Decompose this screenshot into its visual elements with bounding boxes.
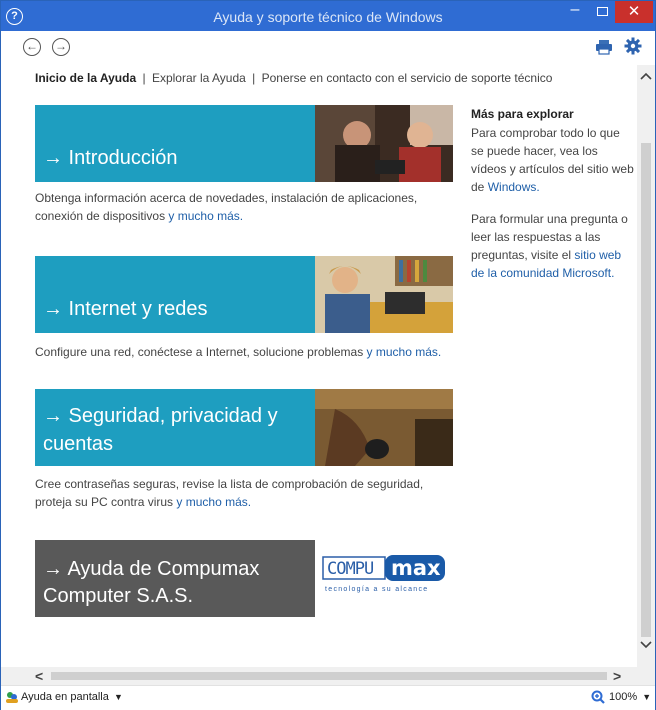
compumax-logo-left-text: COMPU: [327, 559, 374, 579]
tile-internet-redes[interactable]: → Internet y redes: [35, 256, 453, 333]
tile-seguridad-title[interactable]: → Seguridad, privacidad y cuentas: [43, 402, 278, 458]
zoom-dropdown[interactable]: 100% ▼: [609, 691, 651, 703]
tile-introduccion-label-area[interactable]: → Introducción: [35, 105, 315, 182]
compumax-logo-right-text: max: [391, 556, 441, 580]
aside-paragraph-2: Para formular una pregunta o leer las re…: [471, 210, 635, 282]
window-title: Ayuda y soporte técnico de Windows: [213, 9, 443, 25]
tile-compumax-title[interactable]: → Ayuda de Compumax Computer S.A.S.: [43, 556, 259, 610]
tile-introduccion[interactable]: → Introducción: [35, 105, 453, 182]
toolbar: ← →: [1, 31, 655, 65]
help-window: ? Ayuda y soporte técnico de Windows – ✕…: [0, 0, 656, 710]
tile-internet-title[interactable]: → Internet y redes: [43, 295, 208, 323]
vertical-scroll-thumb[interactable]: [641, 143, 651, 637]
tile-internet-desc-text: Configure una red, conéctese a Internet,…: [35, 345, 364, 359]
chevron-down-icon[interactable]: ▼: [114, 692, 123, 702]
maximize-button[interactable]: [589, 1, 615, 23]
compumax-logo-tagline: tecnología a su alcance: [325, 586, 429, 593]
zoom-icon[interactable]: [591, 690, 605, 704]
tile-internet-more-link[interactable]: y mucho más.: [367, 345, 442, 359]
breadcrumb: Inicio de la Ayuda | Explorar la Ayuda |…: [35, 71, 552, 85]
scroll-right-icon[interactable]: >: [613, 668, 621, 684]
breadcrumb-separator: |: [142, 71, 146, 85]
breadcrumb-explore-link[interactable]: Explorar la Ayuda: [152, 71, 246, 85]
student-photo-image: [315, 256, 453, 333]
print-icon[interactable]: [595, 39, 613, 55]
tile-seguridad[interactable]: → Seguridad, privacidad y cuentas: [35, 389, 453, 466]
gear-icon[interactable]: [624, 37, 642, 55]
tile-internet-description: Configure una red, conéctese a Internet,…: [35, 343, 455, 361]
minimize-button[interactable]: –: [561, 1, 589, 23]
breadcrumb-separator: |: [252, 71, 256, 85]
vertical-scrollbar[interactable]: [637, 65, 655, 667]
aside-title: Más para explorar: [471, 107, 574, 121]
close-button[interactable]: ✕: [615, 1, 653, 23]
tile-compumax-title-line1[interactable]: → Ayuda de Compumax: [43, 556, 259, 583]
title-bar: ? Ayuda y soporte técnico de Windows – ✕: [1, 1, 655, 31]
tile-seguridad-description: Cree contraseñas seguras, revise la list…: [35, 475, 455, 511]
chevron-down-icon[interactable]: ▼: [642, 692, 651, 702]
help-mode-label[interactable]: Ayuda en pantalla: [21, 691, 109, 703]
breadcrumb-contact-link[interactable]: Ponerse en contacto con el servicio de s…: [262, 71, 553, 85]
compumax-logo: COMPU max tecnología a su alcance: [321, 553, 451, 599]
scroll-left-icon[interactable]: <: [35, 668, 43, 684]
help-mode-dropdown[interactable]: Ayuda en pantalla ▼: [21, 691, 123, 703]
tile-seguridad-label-area[interactable]: → Seguridad, privacidad y cuentas: [35, 389, 315, 466]
people-photo-image: [315, 105, 453, 182]
tile-introduccion-description: Obtenga información acerca de novedades,…: [35, 189, 455, 225]
tile-seguridad-title-line1[interactable]: → Seguridad, privacidad y: [43, 402, 278, 430]
tile-compumax-title-line2[interactable]: Computer S.A.S.: [43, 583, 259, 610]
tile-internet-label-area[interactable]: → Internet y redes: [35, 256, 315, 333]
aside-paragraph-1: Para comprobar todo lo que se puede hace…: [471, 124, 635, 196]
zoom-level[interactable]: 100%: [609, 691, 637, 703]
windows-site-link[interactable]: Windows.: [488, 180, 540, 194]
help-people-icon: [6, 692, 18, 703]
horizontal-scroll-thumb[interactable]: [51, 672, 607, 680]
tile-seguridad-title-line2[interactable]: cuentas: [43, 430, 278, 458]
back-button[interactable]: ←: [23, 38, 41, 56]
status-bar: Ayuda en pantalla ▼ 100% ▼: [1, 685, 655, 710]
breadcrumb-home-link[interactable]: Inicio de la Ayuda: [35, 71, 136, 85]
tile-introduccion-title[interactable]: → Introducción: [43, 144, 178, 172]
hand-mouse-photo-image: [315, 389, 453, 466]
tile-introduccion-more-link[interactable]: y mucho más.: [168, 209, 243, 223]
more-to-explore-panel: Más para explorar Para comprobar todo lo…: [471, 105, 635, 296]
forward-button[interactable]: →: [52, 38, 70, 56]
scroll-down-icon[interactable]: [639, 640, 653, 650]
horizontal-scrollbar[interactable]: < >: [1, 667, 655, 685]
scroll-up-icon[interactable]: [639, 71, 653, 81]
tile-seguridad-more-link[interactable]: y mucho más.: [176, 495, 251, 509]
tile-compumax[interactable]: → Ayuda de Compumax Computer S.A.S.: [35, 540, 315, 617]
